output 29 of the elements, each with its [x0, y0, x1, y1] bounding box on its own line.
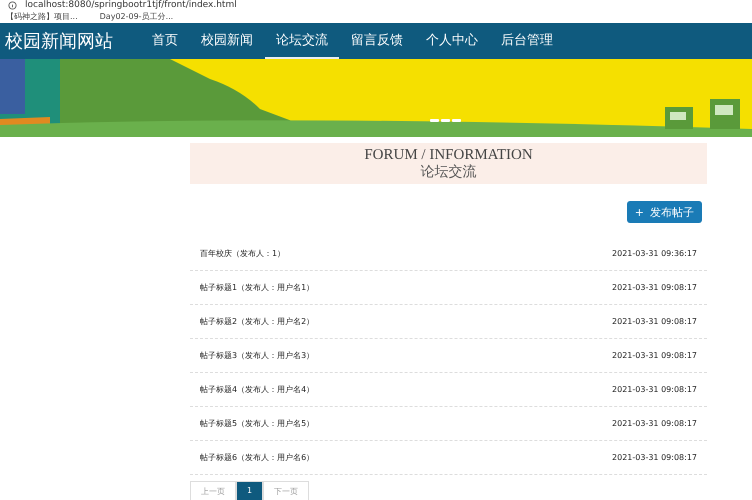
section-subtitle: 论坛交流 — [420, 164, 476, 180]
nav-link[interactable]: 校园新闻 — [190, 23, 264, 59]
post-title[interactable]: 帖子标题1（发布人：用户名1） — [200, 282, 314, 293]
post-time: 2021-03-31 09:08:17 — [612, 283, 697, 292]
post-time: 2021-03-31 09:08:17 — [612, 419, 697, 428]
bookmark[interactable]: 【码神之路】项目... — [6, 11, 78, 22]
address-bar[interactable]: localhost:8080/springbootr1tjf/front/index.html — [25, 0, 237, 11]
post-time: 2021-03-31 09:08:17 — [612, 385, 697, 394]
page-button[interactable]: 1 — [236, 481, 264, 500]
post-title[interactable]: 帖子标题3（发布人：用户名3） — [200, 350, 314, 361]
publish-post-button[interactable]: + 发布帖子 — [626, 201, 702, 223]
post-time: 2021-03-31 09:08:17 — [612, 453, 697, 462]
post-title[interactable]: 帖子标题6（发布人：用户名6） — [200, 452, 314, 463]
post-title[interactable]: 帖子标题4（发布人：用户名4） — [200, 384, 314, 395]
post-time: 2021-03-31 09:08:17 — [612, 351, 697, 360]
section-title: FORUM / INFORMATION — [364, 146, 533, 164]
site-title: 校园新闻网站 — [4, 30, 114, 53]
post-time: 2021-03-31 09:36:17 — [612, 249, 697, 258]
post-time: 2021-03-31 09:08:17 — [612, 317, 697, 326]
post-title[interactable]: 百年校庆（发布人：1） — [200, 248, 286, 259]
nav-link[interactable]: 留言反馈 — [340, 23, 414, 59]
nav-link[interactable]: 个人中心 — [415, 23, 489, 59]
post-title[interactable]: 帖子标题2（发布人：用户名2） — [200, 316, 314, 327]
bookmark[interactable]: Day02-09-员工分... — [100, 11, 174, 22]
info-icon — [8, 1, 17, 10]
post-title[interactable]: 帖子标题5（发布人：用户名5） — [200, 418, 314, 429]
nav-link[interactable]: 首页 — [141, 23, 189, 59]
nav-link[interactable]: 后台管理 — [490, 23, 564, 59]
carousel-indicator[interactable] — [430, 119, 461, 122]
